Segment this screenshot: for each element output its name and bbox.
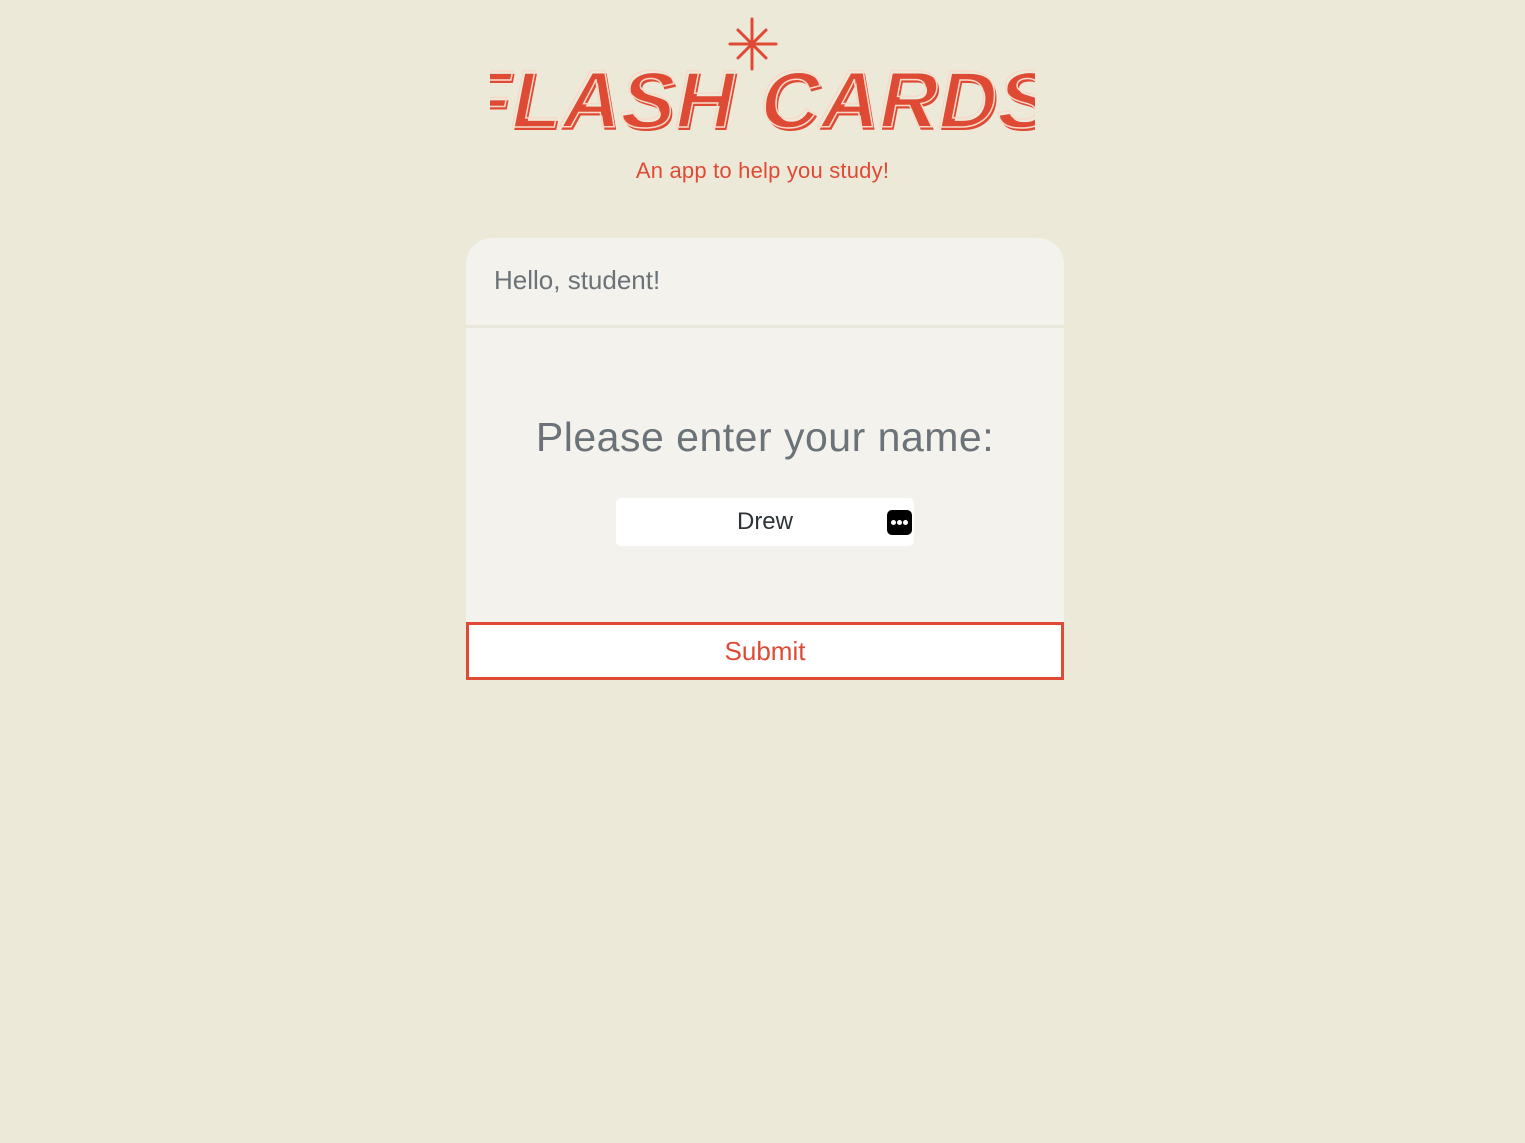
logo-word-flash-inline: FLASH bbox=[490, 54, 736, 144]
name-prompt: Please enter your name: bbox=[535, 414, 995, 460]
autofill-dot bbox=[891, 520, 896, 525]
name-card: Hello, student! Please enter your name: … bbox=[466, 238, 1064, 680]
tagline: An app to help you study! bbox=[635, 158, 890, 183]
name-field bbox=[616, 498, 914, 546]
flash-cards-logo: FLASH CARDS FLASH CARDS bbox=[490, 17, 1035, 144]
logo-word-cards-inline: CARDS bbox=[760, 54, 1035, 144]
ellipsis-autofill-icon[interactable] bbox=[887, 510, 912, 535]
autofill-dot bbox=[897, 520, 902, 525]
autofill-dot bbox=[903, 520, 908, 525]
card-body: Please enter your name: bbox=[466, 328, 1064, 622]
page: FLASH CARDS FLASH CARDS An app to help y… bbox=[0, 0, 1525, 1143]
submit-button[interactable]: Submit bbox=[466, 622, 1064, 680]
greeting-text: Hello, student! bbox=[494, 265, 661, 295]
name-input[interactable] bbox=[616, 498, 914, 546]
card-header: Hello, student! bbox=[466, 238, 1064, 328]
